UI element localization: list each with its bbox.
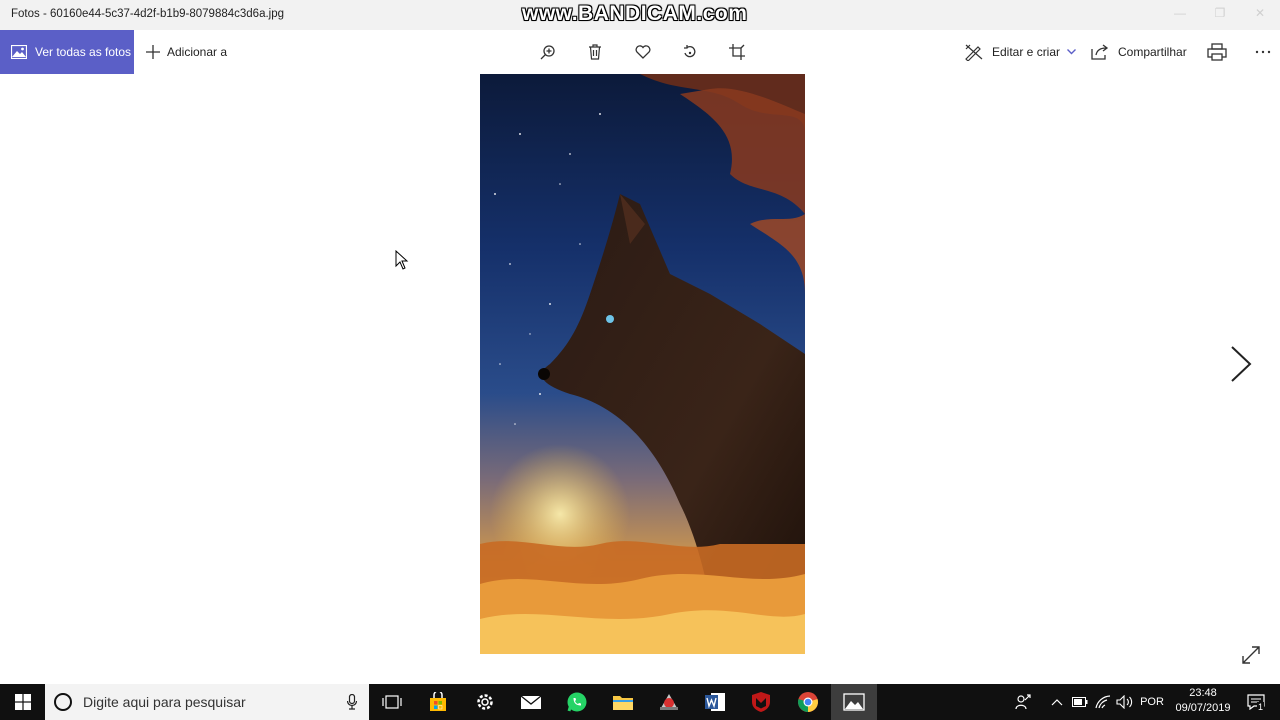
- whatsapp-icon[interactable]: [554, 684, 600, 720]
- more-options-icon[interactable]: [1253, 42, 1273, 62]
- mail-icon[interactable]: [508, 684, 554, 720]
- title-bar: Fotos - 60160e44-5c37-4d2f-b1b9-8079884c…: [0, 0, 1280, 30]
- rotate-icon[interactable]: [680, 42, 700, 62]
- share-button[interactable]: Compartilhar: [1091, 30, 1187, 74]
- windows-logo-icon: [14, 694, 31, 710]
- microphone-icon[interactable]: [347, 694, 357, 710]
- next-photo-arrow-icon[interactable]: [1226, 344, 1256, 384]
- start-button[interactable]: [0, 684, 45, 720]
- cortana-icon[interactable]: [54, 693, 72, 711]
- chevron-down-icon: [1067, 49, 1077, 55]
- plus-icon: [146, 45, 160, 59]
- taskbar-search-box[interactable]: Digite aqui para pesquisar: [45, 684, 369, 720]
- photos-app-icon[interactable]: [831, 684, 877, 720]
- chrome-icon[interactable]: [785, 684, 831, 720]
- crop-icon[interactable]: [727, 42, 747, 62]
- view-all-photos-button[interactable]: Ver todas as fotos: [0, 30, 134, 74]
- photo-toolbar: Ver todas as fotos Adicionar a Editar e …: [0, 30, 1280, 74]
- volume-icon[interactable]: [1115, 684, 1135, 720]
- close-button[interactable]: ✕: [1250, 6, 1270, 24]
- search-placeholder: Digite aqui para pesquisar: [83, 694, 246, 710]
- file-explorer-icon[interactable]: [600, 684, 646, 720]
- wifi-icon[interactable]: [1093, 684, 1113, 720]
- people-icon[interactable]: [1012, 684, 1034, 720]
- maximize-button[interactable]: ❐: [1210, 6, 1230, 24]
- task-view-icon[interactable]: [369, 684, 415, 720]
- system-clock[interactable]: 23:48 09/07/2019: [1166, 686, 1240, 716]
- clock-time: 23:48: [1189, 687, 1217, 699]
- view-all-photos-label: Ver todas as fotos: [35, 45, 132, 59]
- favorite-icon[interactable]: [633, 42, 653, 62]
- windows-taskbar: Digite aqui para pesquisar POR 23:48 09/…: [0, 684, 1280, 720]
- delete-icon[interactable]: [585, 42, 605, 62]
- store-icon[interactable]: [415, 684, 461, 720]
- fullscreen-expand-icon[interactable]: [1240, 644, 1262, 666]
- add-to-label: Adicionar a: [167, 45, 228, 59]
- zoom-in-icon[interactable]: [538, 42, 558, 62]
- edit-create-button[interactable]: Editar e criar: [964, 30, 1077, 74]
- edit-pencil-icon: [965, 44, 983, 61]
- input-language-indicator[interactable]: POR: [1137, 684, 1167, 720]
- settings-gear-icon[interactable]: [462, 684, 508, 720]
- edit-create-label: Editar e criar: [992, 45, 1061, 59]
- word-icon[interactable]: [692, 684, 738, 720]
- add-to-button[interactable]: Adicionar a: [146, 30, 227, 74]
- notification-count-badge: 1: [1257, 702, 1265, 712]
- share-icon: [1091, 44, 1109, 60]
- photo-viewer-image[interactable]: [480, 74, 805, 654]
- print-icon[interactable]: [1207, 42, 1227, 62]
- minimize-button[interactable]: —: [1170, 6, 1190, 24]
- clock-date: 09/07/2019: [1175, 702, 1231, 714]
- battery-icon[interactable]: [1070, 684, 1090, 720]
- bandicam-watermark: www.BANDICAM.com: [522, 2, 748, 25]
- window-title: Fotos - 60160e44-5c37-4d2f-b1b9-8079884c…: [11, 8, 285, 20]
- action-center-icon[interactable]: 1: [1244, 684, 1268, 720]
- show-hidden-icons-chevron-icon[interactable]: [1048, 684, 1066, 720]
- share-label: Compartilhar: [1118, 45, 1187, 59]
- mouse-cursor-icon: [395, 250, 409, 270]
- mcafee-icon[interactable]: [738, 684, 784, 720]
- gallery-icon: [11, 45, 27, 59]
- app-shortcut-icon[interactable]: [646, 684, 692, 720]
